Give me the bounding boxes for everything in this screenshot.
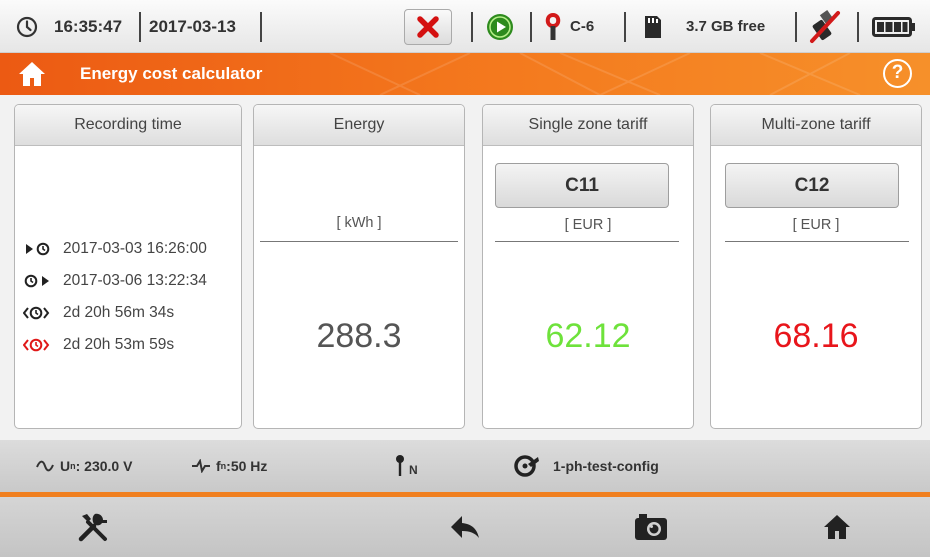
clamp-label: C-6 — [570, 18, 595, 35]
divider — [725, 241, 909, 242]
multi-zone-tariff-panel: Multi-zone tariff C12 [ EUR ] 68.16 — [710, 104, 922, 429]
frequency-icon — [192, 459, 210, 473]
recording-time-panel: Recording time 2017-03-03 16:26:00 2017-… — [14, 104, 242, 429]
network-probe-icon — [396, 455, 404, 476]
configuration: 1-ph-test-config — [514, 440, 659, 492]
active-duration-icon — [23, 337, 63, 353]
nominal-voltage: Un: 230.0 V — [36, 440, 132, 492]
usb-disconnected-icon — [808, 0, 842, 53]
sine-wave-icon — [36, 460, 54, 472]
single-zone-heading: Single zone tariff — [483, 105, 693, 146]
tools-icon — [78, 513, 107, 542]
back-button[interactable] — [372, 497, 558, 557]
single-zone-unit: [ EUR ] — [564, 217, 612, 233]
clock-icon — [16, 0, 38, 53]
separator — [260, 12, 262, 42]
recording-start: 2017-03-03 16:26:00 — [63, 240, 207, 257]
voltage-label: U — [60, 458, 71, 474]
recording-duration-row: 2d 20h 56m 34s — [23, 297, 207, 329]
divider — [260, 241, 458, 242]
network-type: N — [394, 440, 418, 492]
tariff-c11-button[interactable]: C11 — [495, 163, 669, 208]
separator — [624, 12, 626, 42]
multi-zone-heading: Multi-zone tariff — [711, 105, 921, 146]
energy-panel: Energy [ kWh ] 288.3 — [253, 104, 465, 429]
tariff-c12-button[interactable]: C12 — [725, 163, 899, 208]
recording-active-duration: 2d 20h 53m 59s — [63, 336, 175, 353]
home-icon[interactable] — [17, 59, 47, 94]
info-strip: Un: 230.0 V f n:50 Hz N 1-ph-test-config — [0, 440, 930, 492]
stop-time-icon — [23, 273, 63, 289]
back-arrow-icon — [451, 516, 479, 538]
energy-heading: Energy — [254, 105, 464, 146]
multi-zone-unit: [ EUR ] — [792, 217, 840, 233]
status-date: 2017-03-13 — [149, 16, 236, 36]
recording-time-heading: Recording time — [15, 105, 241, 146]
nominal-frequency: f n:50 Hz — [191, 440, 267, 492]
network-label: N — [409, 463, 418, 477]
status-bar: 16:35:47 2017-03-13 C-6 3.7 GB free — [0, 0, 930, 53]
separator — [795, 12, 797, 42]
status-time: 16:35:47 — [54, 16, 123, 36]
start-time-icon — [23, 241, 63, 257]
error-x-icon[interactable] — [404, 0, 452, 53]
sd-card-icon — [643, 0, 663, 53]
title-bar: Energy cost calculator ? — [0, 53, 930, 95]
recording-start-row: 2017-03-03 16:26:00 — [23, 233, 207, 265]
config-name: 1-ph-test-config — [553, 458, 659, 474]
multi-zone-value: 68.16 — [773, 317, 859, 355]
bottom-toolbar — [0, 497, 930, 557]
config-icon — [514, 455, 539, 477]
screenshot-button[interactable] — [558, 497, 744, 557]
storage-free: 3.7 GB free — [686, 18, 766, 35]
separator — [530, 12, 532, 42]
separator — [857, 12, 859, 42]
energy-value: 288.3 — [316, 317, 402, 355]
duration-icon — [23, 305, 63, 321]
voltage-value: : 230.0 V — [75, 458, 133, 474]
camera-icon — [635, 514, 667, 540]
battery-icon — [872, 0, 916, 53]
single-zone-tariff-panel: Single zone tariff C11 [ EUR ] 62.12 — [482, 104, 694, 429]
recording-time-list: 2017-03-03 16:26:00 2017-03-06 13:22:34 … — [23, 233, 207, 361]
recording-duration: 2d 20h 56m 34s — [63, 304, 175, 321]
recording-active-duration-row: 2d 20h 53m 59s — [23, 329, 207, 361]
energy-unit: [ kWh ] — [336, 215, 382, 231]
record-play-icon[interactable] — [485, 0, 515, 53]
home-icon — [824, 515, 850, 539]
separator — [471, 12, 473, 42]
clamp-icon — [543, 0, 563, 53]
settings-tools-button[interactable] — [0, 497, 186, 557]
single-zone-value: 62.12 — [545, 317, 631, 355]
divider — [495, 241, 679, 242]
frequency-value: :50 Hz — [226, 458, 268, 474]
home-button[interactable] — [744, 497, 930, 557]
recording-stop-row: 2017-03-06 13:22:34 — [23, 265, 207, 297]
page-title: Energy cost calculator — [80, 64, 263, 83]
recording-stop: 2017-03-06 13:22:34 — [63, 272, 207, 289]
help-button[interactable]: ? — [883, 59, 912, 88]
separator — [139, 12, 141, 42]
